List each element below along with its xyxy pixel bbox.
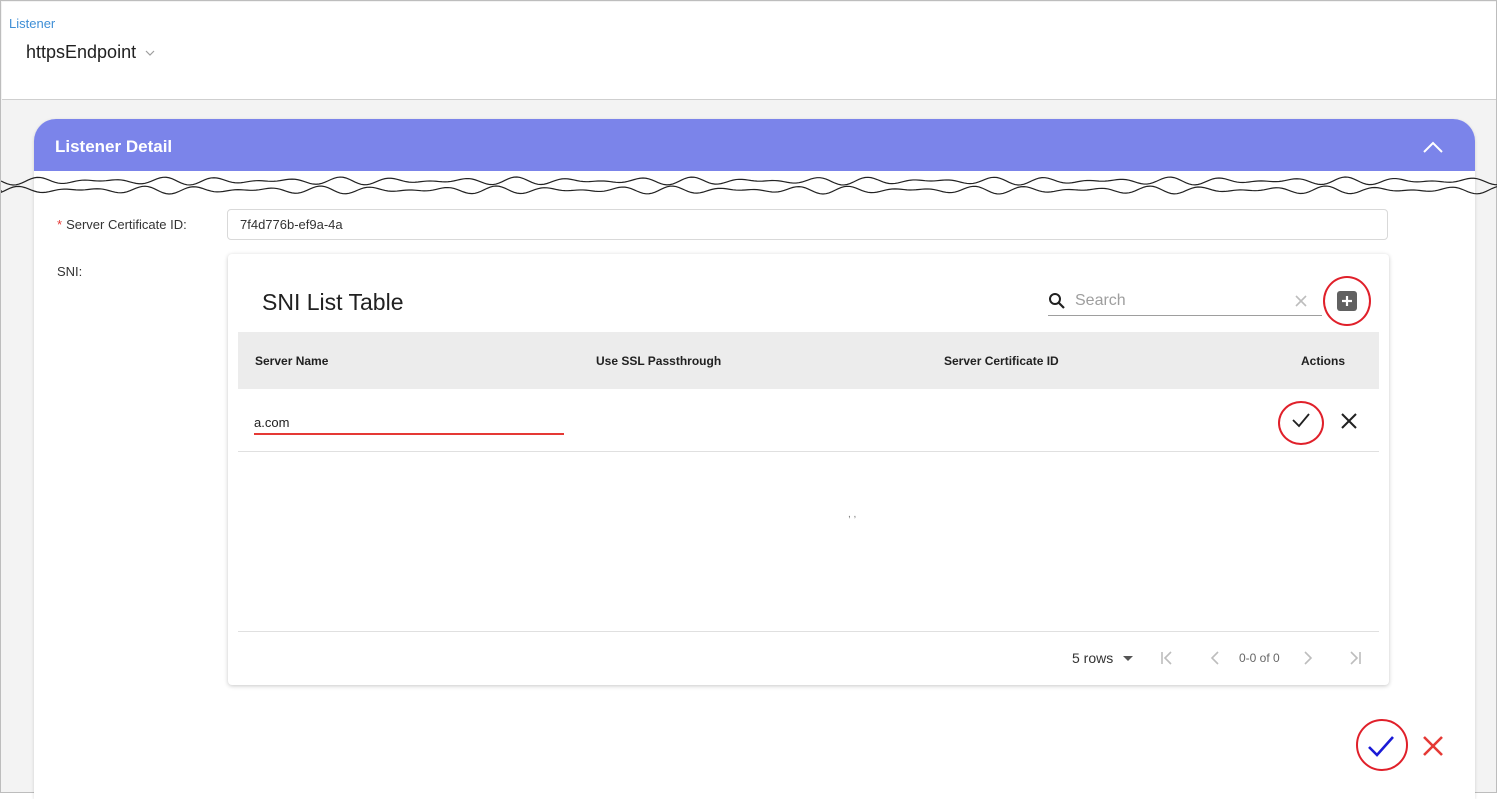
sni-label: SNI: [57, 264, 83, 279]
column-header[interactable]: Server Certificate ID [944, 354, 1059, 368]
required-marker: * [57, 217, 63, 232]
pagination-text: 0-0 of 0 [1239, 651, 1280, 665]
section-break-wave [1, 176, 1497, 195]
server-name-input[interactable] [254, 411, 564, 435]
chevron-down-icon [145, 50, 155, 56]
server-cert-label: * Server Certificate ID: [57, 217, 187, 232]
server-cert-input[interactable] [227, 209, 1388, 240]
add-row-button[interactable] [1337, 291, 1357, 311]
check-icon[interactable] [1290, 409, 1312, 431]
confirm-check-icon[interactable] [1366, 732, 1396, 760]
close-icon[interactable] [1338, 410, 1360, 432]
table-header: Server Name Use SSL Passthrough Server C… [238, 332, 1379, 389]
search-input[interactable] [1075, 288, 1285, 314]
table-row-editing [238, 389, 1379, 452]
listener-selector-value: httpsEndpoint [26, 42, 137, 62]
column-header[interactable]: Server Name [255, 354, 328, 368]
column-header: Actions [1301, 354, 1346, 368]
chevron-up-icon[interactable] [1421, 137, 1445, 157]
close-icon[interactable] [1293, 293, 1309, 309]
listener-selector[interactable]: httpsEndpoint [26, 42, 156, 63]
empty-message: , , [848, 509, 857, 520]
top-header: Listener httpsEndpoint [2, 2, 1496, 100]
card-title: Listener Detail [55, 137, 173, 156]
sni-table-title: SNI List Table [262, 289, 404, 315]
plus-icon [1342, 296, 1352, 306]
prev-page-icon[interactable] [1206, 649, 1224, 667]
breadcrumb[interactable]: Listener [9, 16, 55, 31]
app-frame: Listener httpsEndpoint Listener Detail *… [0, 0, 1497, 799]
last-page-icon[interactable] [1346, 649, 1364, 667]
column-header[interactable]: Use SSL Passthrough [596, 354, 721, 368]
sni-table-card: SNI List Table Server Name Use SSL Passt… [228, 254, 1389, 685]
cancel-x-icon[interactable] [1421, 734, 1445, 758]
first-page-icon[interactable] [1158, 649, 1176, 667]
rows-per-page-select[interactable]: 5 rows [1072, 650, 1134, 666]
next-page-icon[interactable] [1299, 649, 1317, 667]
caret-down-icon [1123, 655, 1134, 661]
footer-divider [238, 631, 1379, 632]
search-box [1048, 288, 1322, 316]
card-header: Listener Detail [34, 119, 1475, 171]
search-icon [1049, 293, 1065, 309]
